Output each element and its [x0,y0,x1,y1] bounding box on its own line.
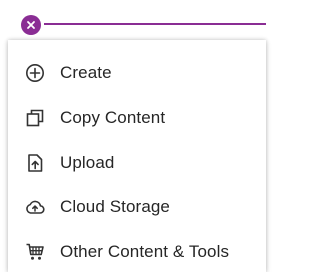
menu-item-label: Copy Content [60,108,166,127]
add-content-menu: Create Copy Content Upload Cloud Storage… [8,40,266,272]
menu-item-create[interactable]: Create [8,51,266,95]
cloud-upload-icon [24,196,46,218]
menu-item-label: Cloud Storage [60,197,170,216]
menu-item-other-content-tools[interactable]: Other Content & Tools [8,230,266,272]
menu-item-label: Other Content & Tools [60,242,230,261]
menu-item-copy-content[interactable]: Copy Content [8,96,266,140]
menu-item-label: Create [60,63,112,82]
add-content-bar [0,0,266,40]
add-content-panel: Create Copy Content Upload Cloud Storage… [0,0,266,272]
upload-icon [24,152,46,174]
plus-circle-icon [24,62,46,84]
menu-item-label: Upload [60,153,115,172]
copy-icon [24,107,46,129]
menu-item-upload[interactable]: Upload [8,141,266,185]
close-menu-button[interactable] [21,15,41,35]
close-icon [27,21,35,29]
tools-cart-icon [24,241,46,263]
add-content-divider-line [44,23,266,25]
menu-item-cloud-storage[interactable]: Cloud Storage [8,185,266,229]
